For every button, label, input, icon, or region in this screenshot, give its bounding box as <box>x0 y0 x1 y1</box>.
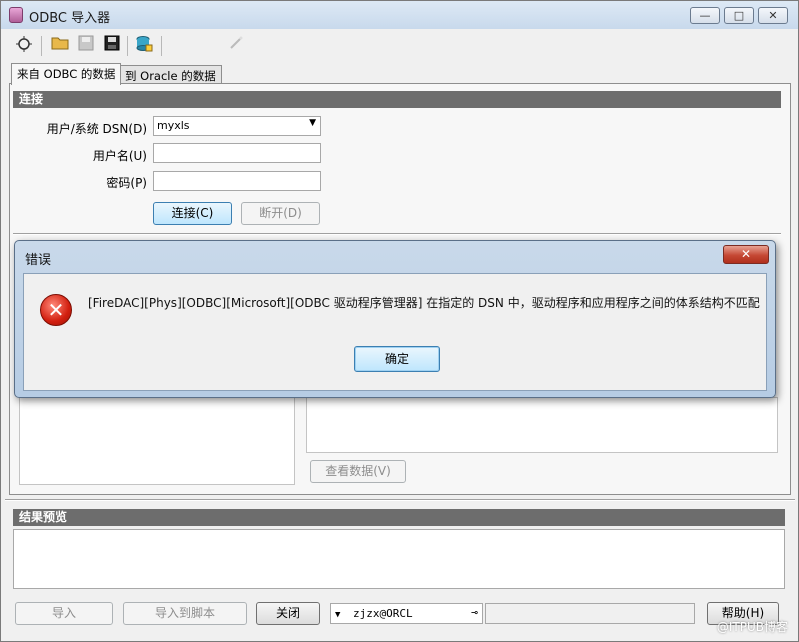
toolbar <box>9 33 789 59</box>
table-list-box[interactable] <box>19 397 295 485</box>
connect-section-header: 连接 <box>13 91 781 108</box>
disconnect-button[interactable]: 断开(D) <box>241 202 320 225</box>
section-divider <box>5 499 795 501</box>
import-to-script-button[interactable]: 导入到脚本 <box>123 602 247 625</box>
error-icon: ✕ <box>40 294 72 326</box>
result-preview-header: 结果预览 <box>13 509 785 526</box>
view-data-button[interactable]: 查看数据(V) <box>310 460 406 483</box>
password-label: 密码(P) <box>106 176 147 190</box>
status-field <box>485 603 695 624</box>
app-icon <box>9 7 23 23</box>
plug-icon: ⊸ <box>471 606 478 619</box>
section-divider <box>13 233 781 235</box>
toolbar-separator <box>41 36 42 56</box>
import-button[interactable]: 导入 <box>15 602 113 625</box>
close-button[interactable]: 关闭 <box>256 602 320 625</box>
tab-to-oracle[interactable]: 到 Oracle 的数据 <box>119 65 222 84</box>
error-dialog: 错误 ✕ ✕ [FireDAC][Phys][ODBC][Microsoft][… <box>14 240 776 398</box>
close-window-button[interactable]: ✕ <box>758 7 788 24</box>
toolbar-separator <box>127 36 128 56</box>
connection-value: zjzx@ORCL <box>353 607 413 620</box>
dsn-select-value: myxls <box>157 119 190 132</box>
connection-select[interactable]: ▼ zjzx@ORCL ⊸ <box>330 603 483 624</box>
wand-icon[interactable] <box>225 35 247 57</box>
result-preview-box[interactable] <box>13 529 785 589</box>
window-title: ODBC 导入器 <box>29 11 111 26</box>
toolbar-separator <box>161 36 162 56</box>
error-message: [FireDAC][Phys][ODBC][Microsoft][ODBC 驱动… <box>88 296 760 310</box>
database-icon[interactable] <box>133 35 155 57</box>
username-label: 用户名(U) <box>92 149 147 163</box>
username-field[interactable] <box>153 143 321 163</box>
dialog-body: ✕ [FireDAC][Phys][ODBC][Microsoft][ODBC … <box>23 273 767 391</box>
maximize-button[interactable]: □ <box>724 7 754 24</box>
title-bar[interactable]: ODBC 导入器 — □ ✕ <box>1 1 798 29</box>
open-folder-icon[interactable] <box>49 35 71 57</box>
dsn-label: 用户/系统 DSN(D) <box>46 122 147 136</box>
ok-button[interactable]: 确定 <box>354 346 440 372</box>
tab-from-odbc[interactable]: 来自 ODBC 的数据 <box>11 63 122 85</box>
minimize-button[interactable]: — <box>690 7 720 24</box>
dialog-close-button[interactable]: ✕ <box>723 245 769 264</box>
dsn-select[interactable]: myxls ▼ <box>153 116 321 136</box>
save-icon[interactable] <box>75 35 97 57</box>
new-icon[interactable] <box>13 35 35 57</box>
save-as-icon[interactable] <box>101 35 123 57</box>
chevron-down-icon: ▼ <box>309 118 316 128</box>
connect-button[interactable]: 连接(C) <box>153 202 232 225</box>
password-field[interactable] <box>153 171 321 191</box>
dialog-title: 错误 <box>25 253 52 268</box>
chevron-down-icon: ▼ <box>335 610 341 620</box>
data-preview-box[interactable] <box>306 397 778 453</box>
watermark: @ITPUB博客 <box>716 620 788 634</box>
